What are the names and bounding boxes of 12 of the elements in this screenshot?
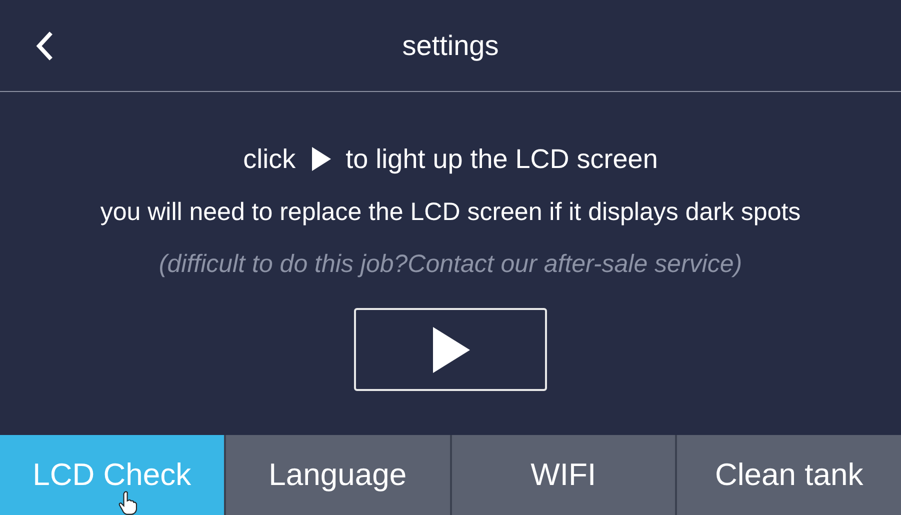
hand-cursor-icon: [118, 491, 138, 515]
tab[interactable]: Clean tank: [675, 435, 901, 515]
tab[interactable]: WIFI: [450, 435, 676, 515]
instruction-text: click: [243, 144, 296, 174]
play-icon: [430, 326, 470, 374]
play-icon: [310, 146, 332, 172]
play-button[interactable]: [354, 308, 547, 391]
screen-title: settings: [402, 30, 499, 62]
tab[interactable]: Language: [224, 435, 450, 515]
warning-text: you will need to replace the LCD screen if it displays dark spots: [100, 197, 801, 228]
instruction-text: to light up the LCD screen: [346, 144, 658, 174]
hint-text: (difficult to do this job?Contact our after-sale service): [158, 249, 742, 280]
